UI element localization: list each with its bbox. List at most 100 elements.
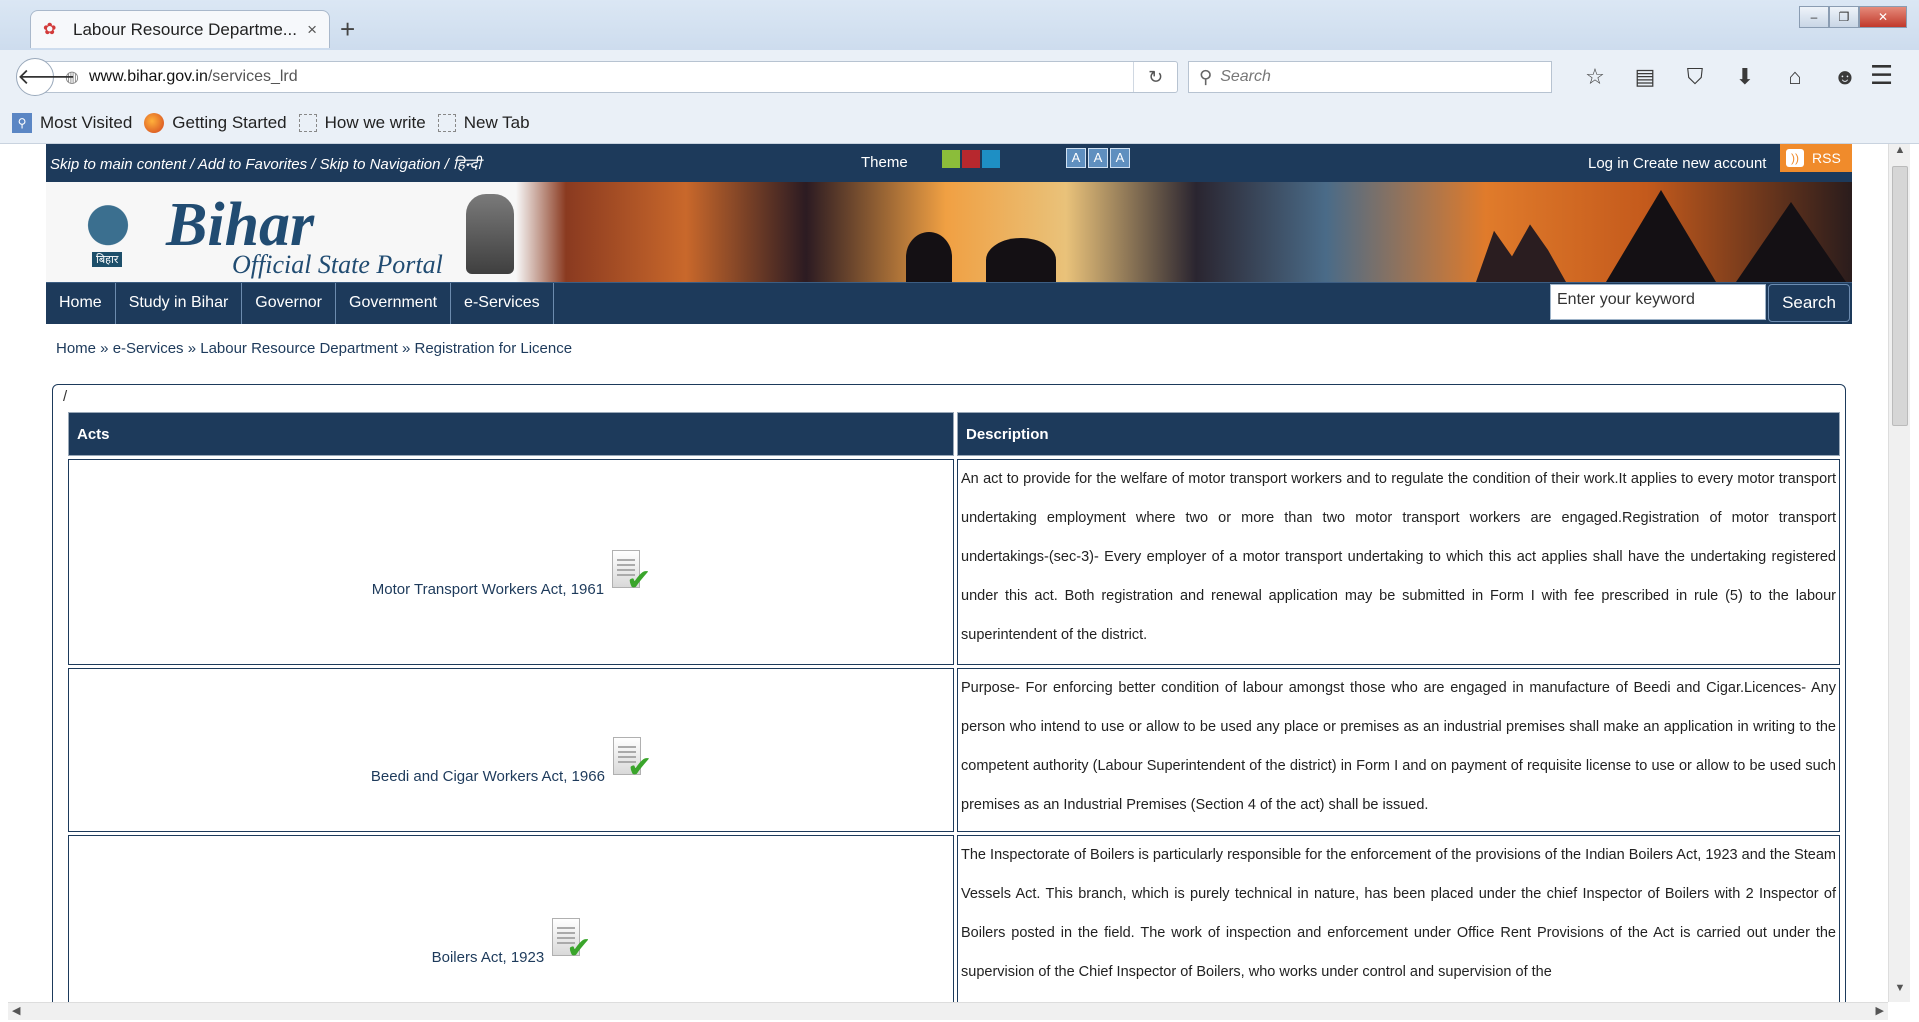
nav-e-services[interactable]: e-Services xyxy=(451,283,554,324)
rss-label: RSS xyxy=(1812,150,1841,166)
column-header-description: Description xyxy=(957,412,1840,456)
theme-red-swatch[interactable] xyxy=(962,150,980,168)
bookmarks-bar: ⚲ Most Visited Getting Started How we wr… xyxy=(0,102,1919,144)
title-bar: ✿ Labour Resource Departme... × + – ❐ ✕ xyxy=(0,0,1919,50)
nav-home[interactable]: Home xyxy=(46,283,116,324)
bookmark-how-we-write[interactable]: How we write xyxy=(298,112,426,133)
site-logo[interactable]: बिहार Bihar Official State Portal xyxy=(62,190,514,279)
act-link[interactable]: Boilers Act, 1923 ✔ xyxy=(69,918,953,966)
theme-blue-swatch[interactable] xyxy=(982,150,1000,168)
tab-title: Labour Resource Departme... xyxy=(73,19,297,39)
bookmark-label: Getting Started xyxy=(172,112,287,132)
font-small-button[interactable]: A xyxy=(1066,148,1086,168)
home-icon[interactable]: ⌂ xyxy=(1770,62,1820,92)
font-large-button[interactable]: A xyxy=(1110,148,1130,168)
bookmark-label: Most Visited xyxy=(40,112,133,132)
bookmark-label: New Tab xyxy=(463,112,530,132)
registration-document-icon[interactable]: ✔ xyxy=(613,737,652,785)
act-name: Boilers Act, 1923 xyxy=(431,949,545,966)
act-link[interactable]: Beedi and Cigar Workers Act, 1966 ✔ xyxy=(69,737,953,785)
logo-tag: बिहार xyxy=(92,252,123,267)
content-marker: / xyxy=(63,388,68,405)
breadcrumb[interactable]: Home » e-Services » Labour Resource Depa… xyxy=(56,340,1852,357)
theme-label: Theme xyxy=(861,154,908,171)
act-description: The Inspectorate of Boilers is particula… xyxy=(957,835,1840,1002)
close-window-button[interactable]: ✕ xyxy=(1859,6,1907,28)
rss-button[interactable]: )) RSS xyxy=(1780,144,1852,172)
url-path: /services_lrd xyxy=(207,68,298,85)
url-host: www.bihar.gov.in xyxy=(88,68,208,85)
font-size-controls: A A A xyxy=(1066,148,1132,168)
vertical-scrollbar[interactable]: ▲ ▼ xyxy=(1888,144,1910,1002)
site-banner: बिहार Bihar Official State Portal xyxy=(46,182,1852,282)
pocket-icon[interactable]: ⛉ xyxy=(1670,62,1720,92)
table-row: Beedi and Cigar Workers Act, 1966 ✔ Purp… xyxy=(68,668,1840,832)
scroll-right-icon[interactable]: ▶ xyxy=(1876,1004,1884,1017)
page-viewport: Skip to main content / Add to Favorites … xyxy=(8,144,1888,1002)
account-links: Log in Create new account xyxy=(1588,155,1766,172)
address-bar[interactable]: ◍ www.bihar.gov.in/services_lrd ↻ xyxy=(38,61,1178,93)
nav-governor[interactable]: Governor xyxy=(242,283,336,324)
chat-icon[interactable]: ☻ xyxy=(1820,62,1870,92)
back-button[interactable]: 🡐 xyxy=(16,58,76,96)
site-search-button[interactable]: Search xyxy=(1768,284,1850,322)
bodhi-tree-emblem-icon: बिहार xyxy=(62,194,154,272)
registration-document-icon[interactable]: ✔ xyxy=(552,918,592,966)
column-header-acts: Acts xyxy=(68,412,954,456)
banner-figure xyxy=(986,238,1056,282)
skip-links[interactable]: Skip to main content / Add to Favorites … xyxy=(50,154,481,174)
scroll-up-icon[interactable]: ▲ xyxy=(1889,144,1911,164)
bookmark-most-visited[interactable]: ⚲ Most Visited xyxy=(12,112,133,133)
bookmark-label: How we write xyxy=(324,112,426,132)
table-row: Boilers Act, 1923 ✔ The Inspectorate of … xyxy=(68,835,1840,1002)
most-visited-icon: ⚲ xyxy=(12,112,32,133)
star-icon[interactable]: ☆ xyxy=(1570,62,1620,92)
nav-government[interactable]: Government xyxy=(336,283,452,324)
search-placeholder: Search xyxy=(1220,68,1271,85)
login-link[interactable]: Log in xyxy=(1588,155,1629,172)
act-description: An act to provide for the welfare of mot… xyxy=(957,459,1840,665)
act-name: Beedi and Cigar Workers Act, 1966 xyxy=(370,768,605,785)
rss-icon: )) xyxy=(1786,149,1804,167)
scroll-left-icon[interactable]: ◀ xyxy=(12,1004,20,1017)
new-tab-button[interactable]: + xyxy=(340,14,355,45)
browser-search-input[interactable]: ⚲ Search xyxy=(1188,61,1552,93)
blank-page-icon xyxy=(298,113,317,132)
keyword-search-input[interactable]: Enter your keyword xyxy=(1550,284,1766,320)
minimize-button[interactable]: – xyxy=(1799,6,1829,28)
scroll-thumb[interactable] xyxy=(1892,166,1908,426)
national-emblem-icon xyxy=(466,194,514,274)
table-header-row: Acts Description xyxy=(68,412,1840,456)
download-icon[interactable]: ⬇ xyxy=(1720,62,1770,92)
site-container: Skip to main content / Add to Favorites … xyxy=(46,144,1852,1002)
create-account-link[interactable]: Create new account xyxy=(1633,155,1766,172)
bookmark-new-tab[interactable]: New Tab xyxy=(437,112,530,133)
scroll-down-icon[interactable]: ▼ xyxy=(1889,982,1911,1002)
browser-tab[interactable]: ✿ Labour Resource Departme... × xyxy=(30,10,330,48)
registration-document-icon[interactable]: ✔ xyxy=(612,550,651,598)
site-favicon-icon: ✿ xyxy=(43,20,57,38)
browser-window: ✿ Labour Resource Departme... × + – ❐ ✕ … xyxy=(0,0,1919,1022)
tab-close-icon[interactable]: × xyxy=(307,20,317,40)
window-controls: – ❐ ✕ xyxy=(1799,6,1907,28)
top-utility-strip: Skip to main content / Add to Favorites … xyxy=(46,144,1852,182)
logo-subtitle: Official State Portal xyxy=(232,250,443,279)
font-medium-button[interactable]: A xyxy=(1088,148,1108,168)
act-cell: Motor Transport Workers Act, 1961 ✔ xyxy=(68,459,954,665)
banner-temple xyxy=(1736,202,1846,282)
banner-figure xyxy=(906,232,952,282)
blank-page-icon xyxy=(437,113,456,132)
reading-list-icon[interactable]: ▤ xyxy=(1620,62,1670,92)
menu-icon[interactable]: ☰ xyxy=(1870,60,1893,91)
banner-dancers xyxy=(1476,224,1566,282)
restore-button[interactable]: ❐ xyxy=(1829,6,1859,28)
theme-green-swatch[interactable] xyxy=(942,150,960,168)
horizontal-scrollbar[interactable]: ◀ ▶ xyxy=(8,1002,1888,1020)
bookmark-getting-started[interactable]: Getting Started xyxy=(144,112,287,133)
act-link[interactable]: Motor Transport Workers Act, 1961 ✔ xyxy=(69,550,953,598)
act-cell: Boilers Act, 1923 ✔ xyxy=(68,835,954,1002)
nav-study-in-bihar[interactable]: Study in Bihar xyxy=(116,283,243,324)
acts-table: Acts Description Motor Transport Workers… xyxy=(65,409,1843,1002)
reload-icon[interactable]: ↻ xyxy=(1133,62,1177,92)
act-cell: Beedi and Cigar Workers Act, 1966 ✔ xyxy=(68,668,954,832)
